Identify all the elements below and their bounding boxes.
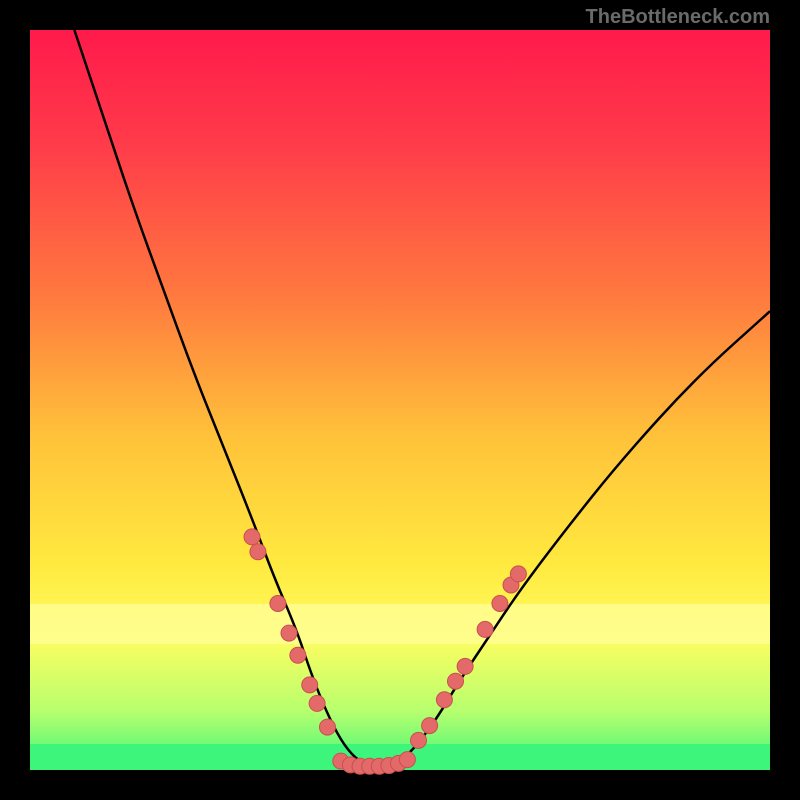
marker-bottom-7 <box>399 752 415 768</box>
marker-left-4 <box>290 647 306 663</box>
marker-left-6 <box>309 695 325 711</box>
marker-left-0 <box>244 529 260 545</box>
marker-left-3 <box>281 625 297 641</box>
marker-right-4 <box>457 658 473 674</box>
marker-right-6 <box>492 596 508 612</box>
chart-stage: TheBottleneck.com <box>0 0 800 800</box>
bottleneck-curve <box>74 30 770 766</box>
marker-left-2 <box>270 596 286 612</box>
watermark-text: TheBottleneck.com <box>586 6 770 29</box>
marker-right-1 <box>422 718 438 734</box>
marker-right-8 <box>510 566 526 582</box>
plot-area <box>30 30 770 770</box>
marker-left-5 <box>302 677 318 693</box>
curve-layer <box>30 30 770 770</box>
marker-right-3 <box>448 673 464 689</box>
marker-right-2 <box>436 692 452 708</box>
marker-left-7 <box>319 719 335 735</box>
marker-group <box>244 529 526 774</box>
marker-right-5 <box>477 621 493 637</box>
marker-left-1 <box>250 544 266 560</box>
marker-right-0 <box>411 732 427 748</box>
